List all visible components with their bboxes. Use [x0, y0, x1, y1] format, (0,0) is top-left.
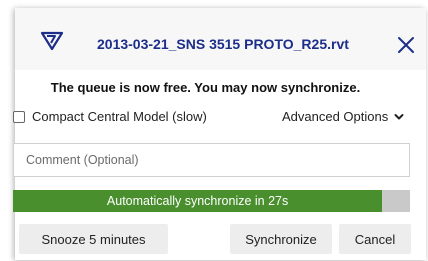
- compact-central-model-option[interactable]: Compact Central Model (slow): [13, 109, 207, 124]
- dialog-title: 2013-03-21_SNS 3515 PROTO_R25.rvt: [97, 36, 349, 52]
- comment-input[interactable]: [13, 143, 410, 177]
- advanced-options-label: Advanced Options: [282, 109, 389, 124]
- countdown-progress-bar: Automatically synchronize in 27s: [13, 190, 410, 212]
- countdown-text: Automatically synchronize in 27s: [106, 194, 289, 208]
- cancel-button[interactable]: Cancel: [339, 224, 411, 254]
- compact-label: Compact Central Model (slow): [32, 109, 207, 124]
- advanced-options-toggle[interactable]: Advanced Options: [282, 109, 404, 124]
- dialog-header: 2013-03-21_SNS 3515 PROTO_R25.rvt: [15, 8, 426, 70]
- status-message: The queue is now free. You may now synch…: [50, 80, 361, 95]
- close-icon[interactable]: [395, 34, 417, 56]
- compact-checkbox[interactable]: [13, 110, 25, 123]
- revit-logo-icon: [40, 31, 64, 51]
- sync-dialog: 2013-03-21_SNS 3515 PROTO_R25.rvt: [15, 8, 426, 260]
- synchronize-button[interactable]: Synchronize: [230, 224, 332, 254]
- snooze-button[interactable]: Snooze 5 minutes: [19, 224, 168, 254]
- chevron-down-icon: [394, 113, 404, 119]
